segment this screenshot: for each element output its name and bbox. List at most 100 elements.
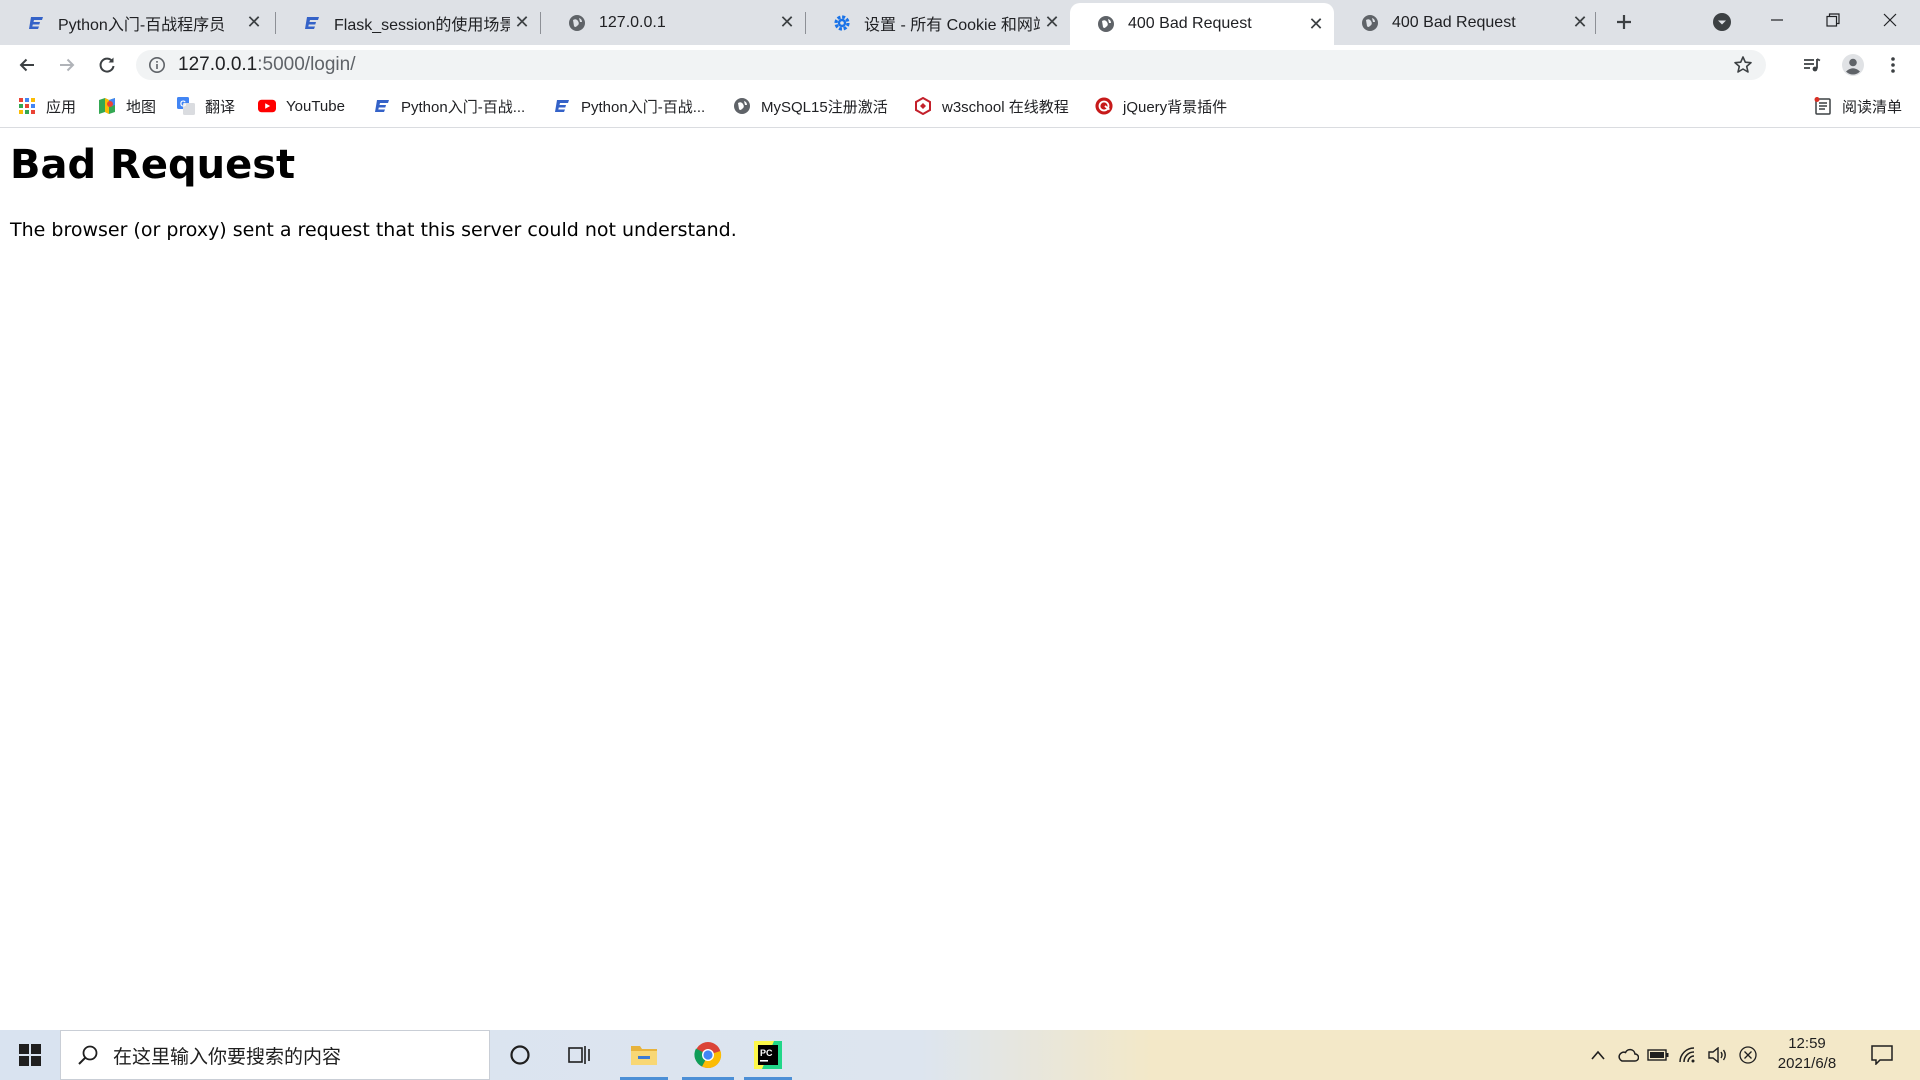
playlist-music-icon [1804, 58, 1821, 72]
bookmark-youtube[interactable]: YouTube [258, 95, 345, 117]
wifi-icon [1679, 1047, 1695, 1063]
tab-title: 设置 - 所有 Cookie 和网站 [864, 16, 1040, 34]
close-icon[interactable]: ✕ [1040, 11, 1064, 35]
tab-bad-request[interactable]: 400 Bad Request ✕ [1334, 0, 1598, 45]
minimize-icon [1771, 19, 1783, 21]
reading-list-button[interactable]: 阅读清单 [1814, 95, 1902, 117]
url-host: 127.0.0.1 [178, 54, 258, 75]
cloud-icon [1618, 1048, 1639, 1062]
reload-button[interactable] [91, 49, 123, 81]
bookmark-apps[interactable]: 应用 [18, 95, 76, 117]
search-icon [75, 1042, 101, 1068]
maps-icon [98, 97, 116, 115]
task-view-button[interactable] [557, 1030, 603, 1080]
tab-title: Flask_session的使用场景- [334, 16, 510, 34]
battery-tray[interactable] [1644, 1030, 1672, 1080]
taskbar-file-explorer[interactable] [618, 1030, 670, 1080]
task-view-icon [568, 1046, 590, 1064]
info-icon[interactable] [146, 54, 168, 76]
bookmark-label: YouTube [286, 97, 345, 115]
close-window-button[interactable] [1862, 0, 1918, 40]
arrow-right-icon [60, 58, 75, 72]
apps-grid-icon [18, 97, 36, 115]
restore-icon [1826, 13, 1840, 27]
taskbar-pycharm[interactable]: PC [742, 1030, 794, 1080]
error-message: The browser (or proxy) sent a request th… [10, 219, 737, 241]
cortana-circle-icon [510, 1045, 530, 1065]
windows-taskbar: 在这里输入你要搜索的内容 PC 12:59 2021/6/8 [0, 1030, 1920, 1080]
onedrive-tray[interactable] [1614, 1030, 1642, 1080]
close-icon[interactable]: ✕ [242, 11, 266, 35]
chevron-up-icon [1591, 1050, 1605, 1060]
taskbar-search-box[interactable]: 在这里输入你要搜索的内容 [60, 1030, 490, 1080]
clock-time: 12:59 [1788, 1035, 1826, 1052]
tab-settings-cookies[interactable]: 设置 - 所有 Cookie 和网站 ✕ [806, 0, 1070, 45]
url-text: 127.0.0.1:5000/login/ [178, 54, 356, 76]
chrome-icon [694, 1042, 722, 1069]
globe-icon [733, 97, 751, 115]
reload-icon [99, 57, 115, 73]
back-button[interactable] [11, 49, 43, 81]
profile-button[interactable] [1837, 49, 1869, 81]
folder-icon [631, 1046, 657, 1065]
minimize-button[interactable] [1749, 0, 1805, 40]
forward-button[interactable] [51, 49, 83, 81]
start-button[interactable] [0, 1030, 60, 1080]
tab-title: 400 Bad Request [1128, 15, 1252, 32]
tab-bad-request-active[interactable]: 400 Bad Request ✕ [1070, 3, 1334, 45]
bookmark-maps[interactable]: 地图 [98, 95, 156, 117]
kebab-menu-icon [1891, 57, 1895, 73]
tab-separator [1595, 12, 1596, 34]
address-bar[interactable]: 127.0.0.1:5000/login/ [136, 50, 1766, 80]
bookmark-python-2[interactable]: Python入门-百战... [553, 95, 705, 117]
bookmark-jquery[interactable]: jQuery背景插件 [1095, 95, 1227, 117]
svg-text:PC: PC [760, 1048, 773, 1058]
bookmark-python-1[interactable]: Python入门-百战... [373, 95, 525, 117]
restore-button[interactable] [1805, 0, 1861, 40]
pycharm-icon: PC [754, 1041, 782, 1069]
new-tab-button[interactable] [1610, 8, 1638, 36]
tab-search-button[interactable] [1708, 8, 1736, 36]
tab-flask-session[interactable]: Flask_session的使用场景- ✕ [276, 0, 540, 45]
page-content: Bad Request The browser (or proxy) sent … [0, 128, 1920, 1030]
taskbar-chrome[interactable] [680, 1030, 736, 1080]
battery-icon [1647, 1049, 1669, 1061]
csdn-icon [373, 97, 391, 115]
bookmark-w3school[interactable]: w3school 在线教程 [914, 95, 1069, 117]
cortana-button[interactable] [497, 1030, 543, 1080]
bookmark-label: 应用 [46, 98, 77, 116]
reading-list-label: 阅读清单 [1842, 98, 1903, 116]
close-icon[interactable]: ✕ [775, 11, 799, 35]
bookmark-mysql[interactable]: MySQL15注册激活 [733, 95, 888, 117]
close-icon[interactable]: ✕ [1568, 11, 1592, 35]
volume-tray[interactable] [1704, 1030, 1732, 1080]
disconnected-tray[interactable] [1734, 1030, 1762, 1080]
show-hidden-icons-button[interactable] [1586, 1030, 1610, 1080]
gear-icon [832, 13, 852, 33]
jquery-icon [1095, 97, 1113, 115]
tab-title: 127.0.0.1 [599, 13, 666, 31]
globe-icon [1096, 14, 1116, 34]
tab-python-intro[interactable]: Python入门-百战程序员 ✕ [0, 0, 272, 45]
bookmark-star-icon[interactable] [1732, 54, 1754, 76]
youtube-icon [258, 97, 276, 115]
url-path: :5000/login/ [257, 54, 356, 75]
close-icon[interactable]: ✕ [1304, 12, 1328, 36]
taskbar-clock[interactable]: 12:59 2021/6/8 [1762, 1034, 1852, 1076]
action-center-button[interactable] [1864, 1030, 1900, 1080]
close-icon[interactable]: ✕ [510, 11, 534, 35]
avatar-icon [1842, 54, 1864, 76]
bookmark-translate[interactable]: G 翻译 [177, 95, 235, 117]
tab-localhost[interactable]: 127.0.0.1 ✕ [541, 0, 805, 45]
media-control-button[interactable] [1796, 49, 1828, 81]
csdn-icon [302, 13, 322, 33]
bookmark-label: MySQL15注册激活 [761, 98, 888, 116]
bookmark-label: Python入门-百战... [401, 98, 526, 116]
speaker-icon [1708, 1047, 1726, 1063]
menu-button[interactable] [1877, 49, 1909, 81]
csdn-icon [553, 97, 571, 115]
globe-icon [567, 13, 587, 33]
bookmark-label: w3school 在线教程 [942, 98, 1069, 116]
clock-date: 2021/6/8 [1777, 1055, 1837, 1072]
network-tray[interactable] [1674, 1030, 1702, 1080]
